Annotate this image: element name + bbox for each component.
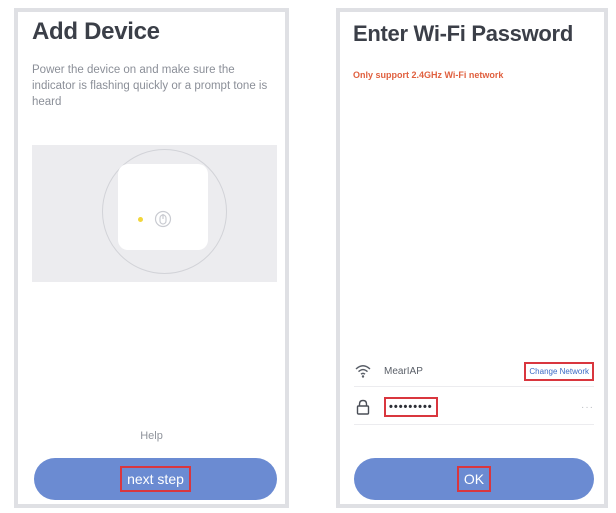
add-device-screen: Add Device Power the device on and make … (14, 8, 289, 508)
power-button-icon (154, 210, 172, 228)
ok-label: OK (456, 466, 492, 492)
wifi-icon (355, 365, 371, 378)
indicator-light (138, 217, 143, 222)
device-image (118, 164, 208, 250)
page-title: Enter Wi-Fi Password (353, 21, 573, 46)
network-row: MearIAP Change Network (354, 358, 594, 384)
next-step-label: next step (120, 466, 191, 492)
divider (354, 424, 594, 425)
device-illustration (32, 145, 277, 282)
visibility-toggle-icon[interactable]: ··· (581, 402, 594, 413)
ok-button[interactable]: OK (354, 458, 594, 500)
divider (354, 386, 594, 387)
lock-icon (356, 399, 370, 415)
network-requirement-note: Only support 2.4GHz Wi-Fi network (353, 70, 504, 80)
network-name: MearIAP (384, 365, 423, 377)
help-link[interactable]: Help (18, 430, 285, 442)
wifi-password-screen: Enter Wi-Fi Password Only support 2.4GHz… (336, 8, 608, 508)
password-row: ••••••••• ··· (354, 394, 594, 420)
password-input[interactable]: ••••••••• (384, 397, 438, 417)
page-title: Add Device (32, 18, 160, 45)
next-step-button[interactable]: next step (34, 458, 277, 500)
instruction-text: Power the device on and make sure the in… (32, 64, 268, 108)
change-network-link[interactable]: Change Network (524, 361, 594, 381)
